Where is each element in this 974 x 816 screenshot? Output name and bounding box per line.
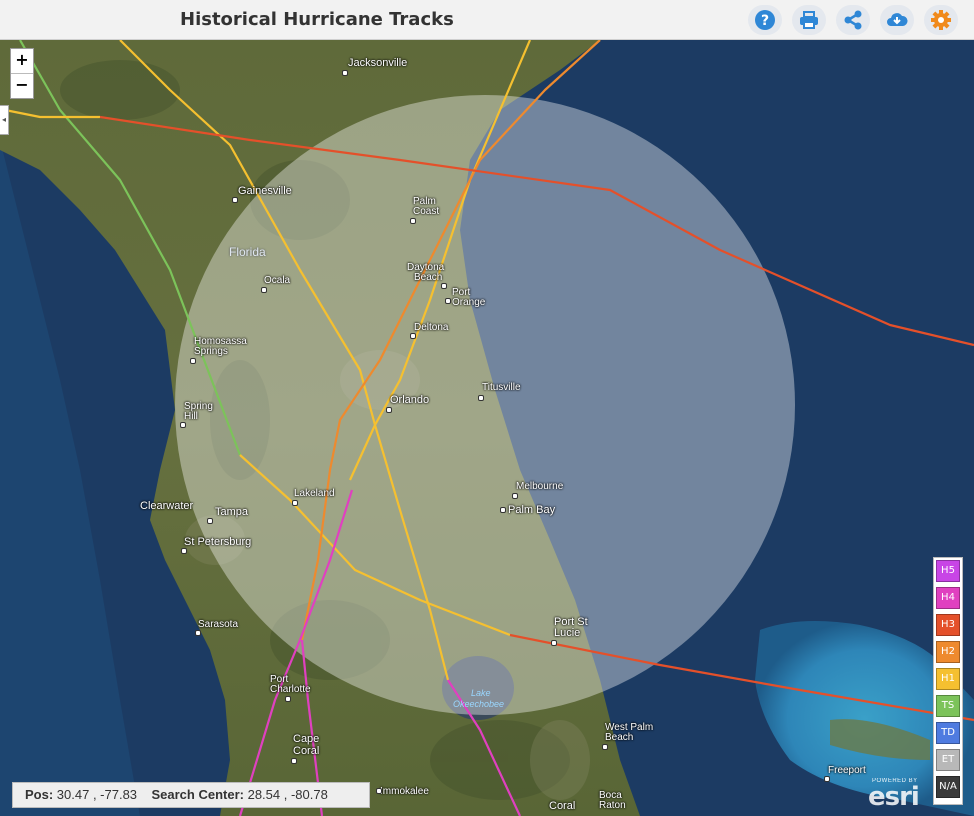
city-dot [291,758,297,764]
label-deltona: Deltona [414,322,449,333]
label-springs: Springs [194,346,228,357]
label-jacksonville: Jacksonville [348,57,408,69]
city-dot [292,500,298,506]
label-cape: Cape [293,733,320,745]
label-coral-2: Coral [549,800,576,812]
search-center-label: Search Center: [151,787,244,802]
label-gainesville: Gainesville [238,185,292,197]
search-center-value: 28.54 , -80.78 [247,787,328,802]
toolbar: ? [748,5,958,35]
label-lake: Lake [471,688,491,698]
label-charlotte: Charlotte [270,684,311,695]
legend-swatch-h2: H2 [936,641,960,663]
city-dot [824,776,830,782]
label-beach-2: Beach [605,732,634,743]
legend-swatch-h1: H1 [936,668,960,690]
label-coral: Coral [293,745,320,757]
label-lakeland: Lakeland [294,488,335,499]
city-dot [441,283,447,289]
legend-swatch-et: ET [936,749,960,771]
zoom-control: + − [10,48,34,99]
label-immokalee: Immokalee [380,786,429,797]
app-title: Historical Hurricane Tracks [180,9,454,30]
city-dot [410,218,416,224]
label-sarasota: Sarasota [198,619,239,630]
city-dot [180,422,186,428]
city-dot [551,640,557,646]
label-tampa: Tampa [215,506,249,518]
map-view[interactable]: Jacksonville Gainesville Palm Coast Flor… [0,40,974,816]
app-header: Historical Hurricane Tracks ? [0,0,974,40]
city-dot [285,696,291,702]
label-melbourne: Melbourne [516,481,564,492]
city-dot [342,70,348,76]
label-titusville: Titusville [482,382,521,393]
share-icon [844,10,862,30]
city-dot [602,744,608,750]
label-lucie: Lucie [554,627,581,639]
zoom-in-button[interactable]: + [11,49,33,73]
pos-value: 30.47 , -77.83 [56,787,138,802]
legend-swatch-h5: H5 [936,560,960,582]
storm-category-legend: H5 H4 H3 H2 H1 TS TD ET N/A [933,557,963,805]
gear-icon [931,10,951,30]
print-icon [800,11,818,29]
city-dot [195,630,201,636]
chevron-left-icon: ◂ [1,115,6,124]
print-button[interactable] [792,5,826,35]
city-dot [181,548,187,554]
label-coast: Coast [413,206,440,217]
legend-swatch-h4: H4 [936,587,960,609]
help-button[interactable]: ? [748,5,782,35]
city-dot [232,197,238,203]
legend-swatch-na: N/A [936,776,960,798]
city-dot [376,788,382,794]
download-button[interactable] [880,5,914,35]
label-hill: Hill [184,411,198,422]
settings-button[interactable] [924,5,958,35]
label-orlando: Orlando [390,394,430,406]
city-dot [261,287,267,293]
city-dot [190,358,196,364]
label-beach: Beach [414,272,443,283]
city-dot [386,407,392,413]
coordinate-status-bar: Pos: 30.47 , -77.83 Search Center: 28.54… [12,782,370,808]
label-orange: Orange [452,297,486,308]
legend-swatch-td: TD [936,722,960,744]
city-dot [445,298,451,304]
city-dot [207,518,213,524]
svg-text:?: ? [761,13,769,29]
city-dot [478,395,484,401]
label-clearwater: Clearwater [140,500,194,512]
label-raton: Raton [599,800,626,811]
label-ocala: Ocala [264,275,291,286]
sidebar-toggle-button[interactable]: ◂ [0,105,9,135]
share-button[interactable] [836,5,870,35]
label-okeechobee: Okeechobee [453,699,505,709]
label-freeport: Freeport [828,765,866,776]
download-icon [887,13,908,26]
legend-swatch-ts: TS [936,695,960,717]
pos-label: Pos: [25,787,54,802]
legend-swatch-h3: H3 [936,614,960,636]
city-dot [410,333,416,339]
label-st-petersburg: St Petersburg [184,536,252,548]
label-florida: Florida [229,245,266,259]
zoom-out-button[interactable]: − [11,73,33,98]
city-dot [512,493,518,499]
help-icon: ? [755,10,775,30]
city-dot [500,507,506,513]
label-palm-bay: Palm Bay [508,504,556,516]
esri-logo: esri [868,782,920,812]
